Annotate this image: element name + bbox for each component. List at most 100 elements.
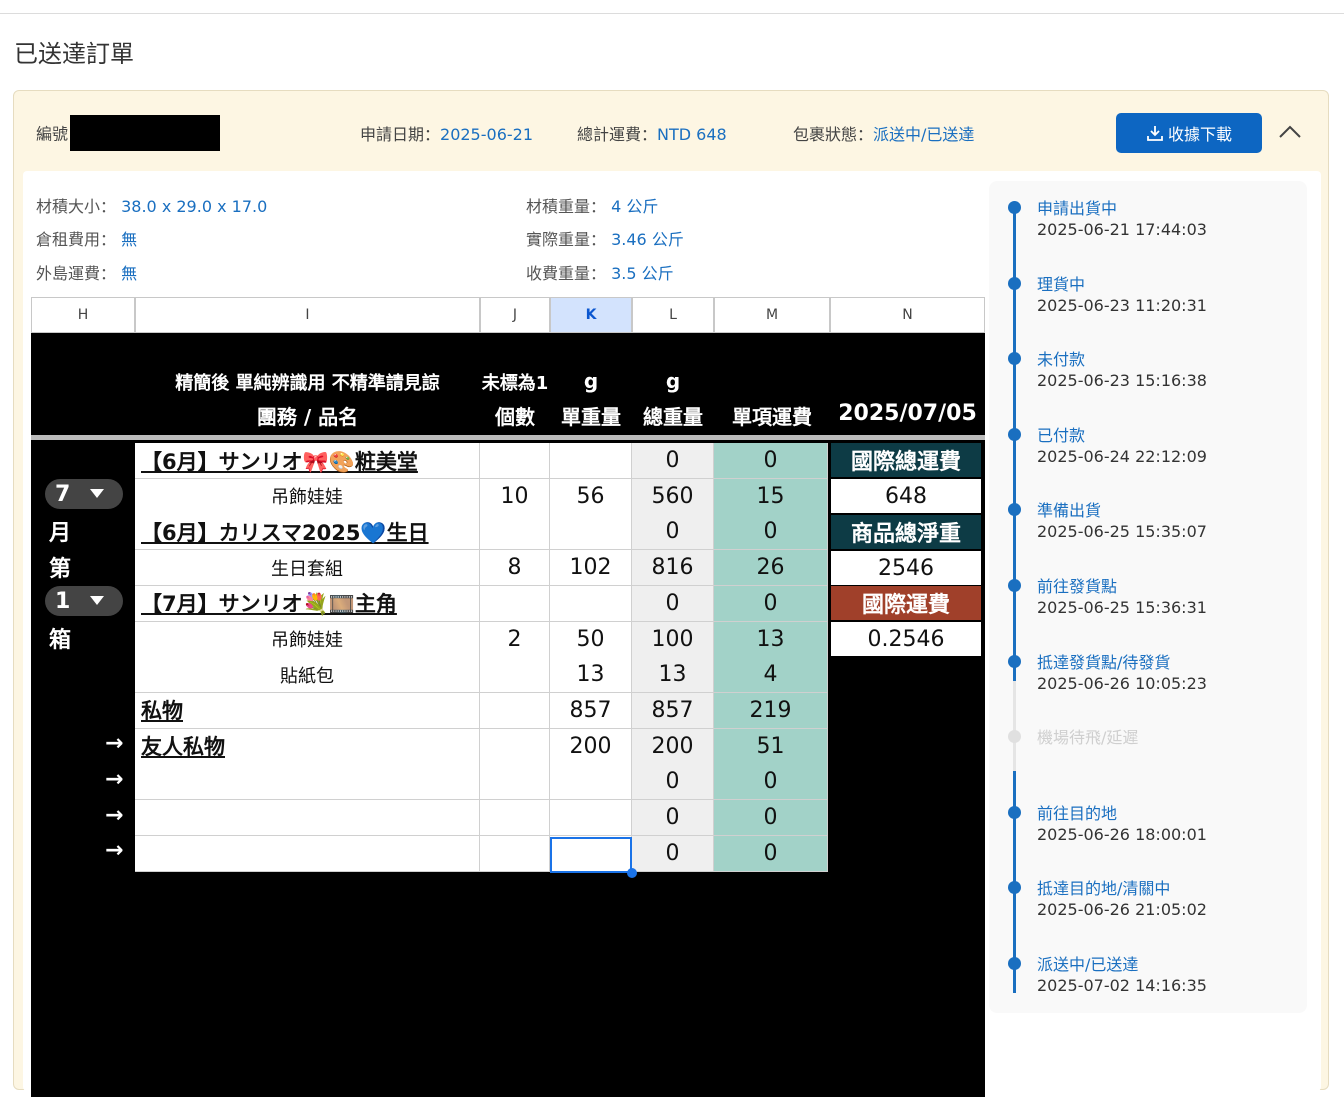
table-row: 友人私物 200 200 51 (135, 728, 828, 765)
total-weight-cell: 0 (632, 800, 714, 836)
timeline-time: 2025-06-23 11:20:31 (1037, 295, 1207, 315)
unit-weight-cell: 200 (550, 728, 632, 765)
fee-cell: 4 (714, 657, 828, 694)
fee-cell: 26 (714, 550, 828, 587)
arrow-marker: → (105, 731, 124, 756)
header-note: 精簡後 單純辨識用 不精準請見諒 (175, 373, 440, 394)
timeline-time: 2025-06-25 15:36:31 (1037, 598, 1207, 617)
total-fee-label: 總計運費： (577, 125, 658, 144)
actual-weight-info: 實際重量： 3.46 公斤 (526, 226, 684, 250)
timeline-item: 機場待飛/延遲 (989, 724, 1307, 784)
storage-label: 倉租費用： (36, 230, 117, 249)
total-weight-cell: 13 (632, 657, 714, 694)
month-number: 7 (55, 481, 71, 507)
table-row: 生日套組 8 102 816 26 (135, 550, 828, 587)
intl-total-label: 國際總運費 (831, 443, 981, 477)
timeline-item: 未付款 2025-06-23 15:16:38 (989, 346, 1307, 406)
order-id: 編號 (36, 115, 221, 153)
header-fee: 單項運費 (732, 405, 812, 429)
total-weight-cell: 0 (632, 514, 714, 551)
shipping-timeline: 申請出貨中 2025-06-21 17:44:03 理貨中 2025-06-23 11… (989, 181, 1307, 1013)
timeline-item: 前往發貨點 2025-06-25 15:36:31 (989, 573, 1307, 633)
count-cell (480, 728, 550, 765)
order-card-header[interactable]: 編號 申請日期：2025-06-21 總計運費：NTD 648 包裹狀態：派送中… (14, 91, 1328, 173)
total-weight-cell: 560 (632, 478, 714, 515)
timeline-dot-icon (1008, 957, 1021, 970)
count-cell (480, 585, 550, 622)
unit-weight-cell (550, 514, 632, 551)
arrow-marker: → (105, 838, 124, 863)
fee-cell: 0 (714, 443, 828, 479)
timeline-item: 準備出貨 2025-06-25 15:35:07 (989, 497, 1307, 557)
item-name-cell (135, 800, 480, 836)
timeline-status: 理貨中 (1037, 274, 1086, 294)
fee-cell: 0 (714, 514, 828, 551)
header-total: 總重量 (643, 405, 703, 429)
island-label: 外島運費： (36, 264, 117, 283)
table-row: 【6月】サンリオ🎀🎨粧美堂 0 0 (135, 443, 828, 479)
timeline-dot-icon (1008, 654, 1021, 668)
col-header: H (31, 297, 135, 333)
di-label: 第 (49, 557, 72, 582)
table-row: 吊飾娃娃 2 50 100 13 (135, 621, 828, 658)
count-cell (480, 514, 550, 551)
total-weight-cell: 857 (632, 692, 714, 729)
actual-weight-label: 實際重量： (526, 230, 607, 249)
unit-weight-cell: 50 (550, 621, 632, 658)
timeline-item: 理貨中 2025-06-23 11:20:31 (989, 271, 1307, 331)
chevron-up-icon[interactable] (1276, 119, 1304, 145)
col-header: I (135, 297, 480, 333)
charge-weight-value: 3.5 公斤 (611, 264, 674, 283)
vol-weight-info: 材積重量： 4 公斤 (526, 193, 658, 217)
timeline-time: 2025-07-02 14:16:35 (1037, 976, 1207, 995)
count-cell: 8 (480, 550, 550, 587)
fee-cell: 219 (714, 692, 828, 729)
header-g: g (583, 369, 599, 393)
count-cell (480, 764, 550, 801)
unit-weight-cell: 102 (550, 550, 632, 587)
order-detail-panel: 材積大小： 38.0 x 29.0 x 17.0 倉租費用： 無 外島運費： 無… (23, 171, 1321, 1097)
unit-weight-cell (550, 443, 632, 479)
group-name-cell: 【6月】カリスマ2025💙生日 (135, 514, 480, 551)
col-header: M (714, 297, 830, 333)
col-header: N (830, 297, 985, 333)
unit-weight-cell (550, 585, 632, 622)
timeline-time: 2025-06-26 18:00:01 (1037, 824, 1207, 844)
receipt-download-button[interactable]: 收據下載 (1116, 113, 1262, 153)
table-row: 00 (135, 835, 828, 872)
group-name-cell: 私物 (135, 692, 480, 729)
storage-info: 倉租費用： 無 (36, 226, 137, 250)
arrow-marker: → (105, 767, 124, 792)
net-weight-label: 商品總淨重 (831, 515, 981, 549)
item-name-cell: 吊飾娃娃 (135, 621, 480, 658)
receipt-download-label: 收據下載 (1167, 125, 1232, 144)
actual-weight-value: 3.46 公斤 (611, 230, 684, 249)
apply-date: 申請日期：2025-06-21 (360, 121, 533, 145)
item-name-cell: 貼紙包 (135, 657, 480, 694)
selected-cell (550, 837, 632, 873)
table-row: 【6月】カリスマ2025💙生日 0 0 (135, 514, 828, 551)
order-id-label: 編號 (36, 124, 69, 144)
fee-cell: 15 (714, 478, 828, 515)
item-name-cell (135, 764, 480, 801)
timeline-time: 2025-06-24 22:12:09 (1037, 446, 1207, 466)
download-icon (1147, 126, 1163, 141)
timeline-status: 準備出貨 (1037, 501, 1102, 521)
timeline-item: 前往目的地 2025-06-26 18:00:01 (989, 800, 1307, 860)
timeline-status: 抵達發貨點/待發貨 (1037, 652, 1171, 672)
count-cell: 10 (480, 478, 550, 515)
group-name-cell: 【6月】サンリオ🎀🎨粧美堂 (135, 443, 480, 479)
count-cell: 2 (480, 621, 550, 658)
fee-cell: 13 (714, 621, 828, 658)
item-name-cell: 生日套組 (135, 550, 480, 587)
total-weight-cell: 200 (632, 728, 714, 765)
timeline-dot-icon (1008, 881, 1021, 895)
month-dropdown: 7 (45, 479, 123, 509)
timeline-status: 抵達目的地/清關中 (1037, 879, 1171, 899)
package-status-label: 包裹狀態： (793, 125, 874, 144)
storage-value: 無 (121, 230, 138, 249)
timeline-time: 2025-06-25 15:35:07 (1037, 522, 1207, 542)
timeline-status: 前往目的地 (1037, 803, 1118, 823)
total-weight-cell: 100 (632, 621, 714, 658)
timeline-dot-icon (1008, 805, 1021, 819)
